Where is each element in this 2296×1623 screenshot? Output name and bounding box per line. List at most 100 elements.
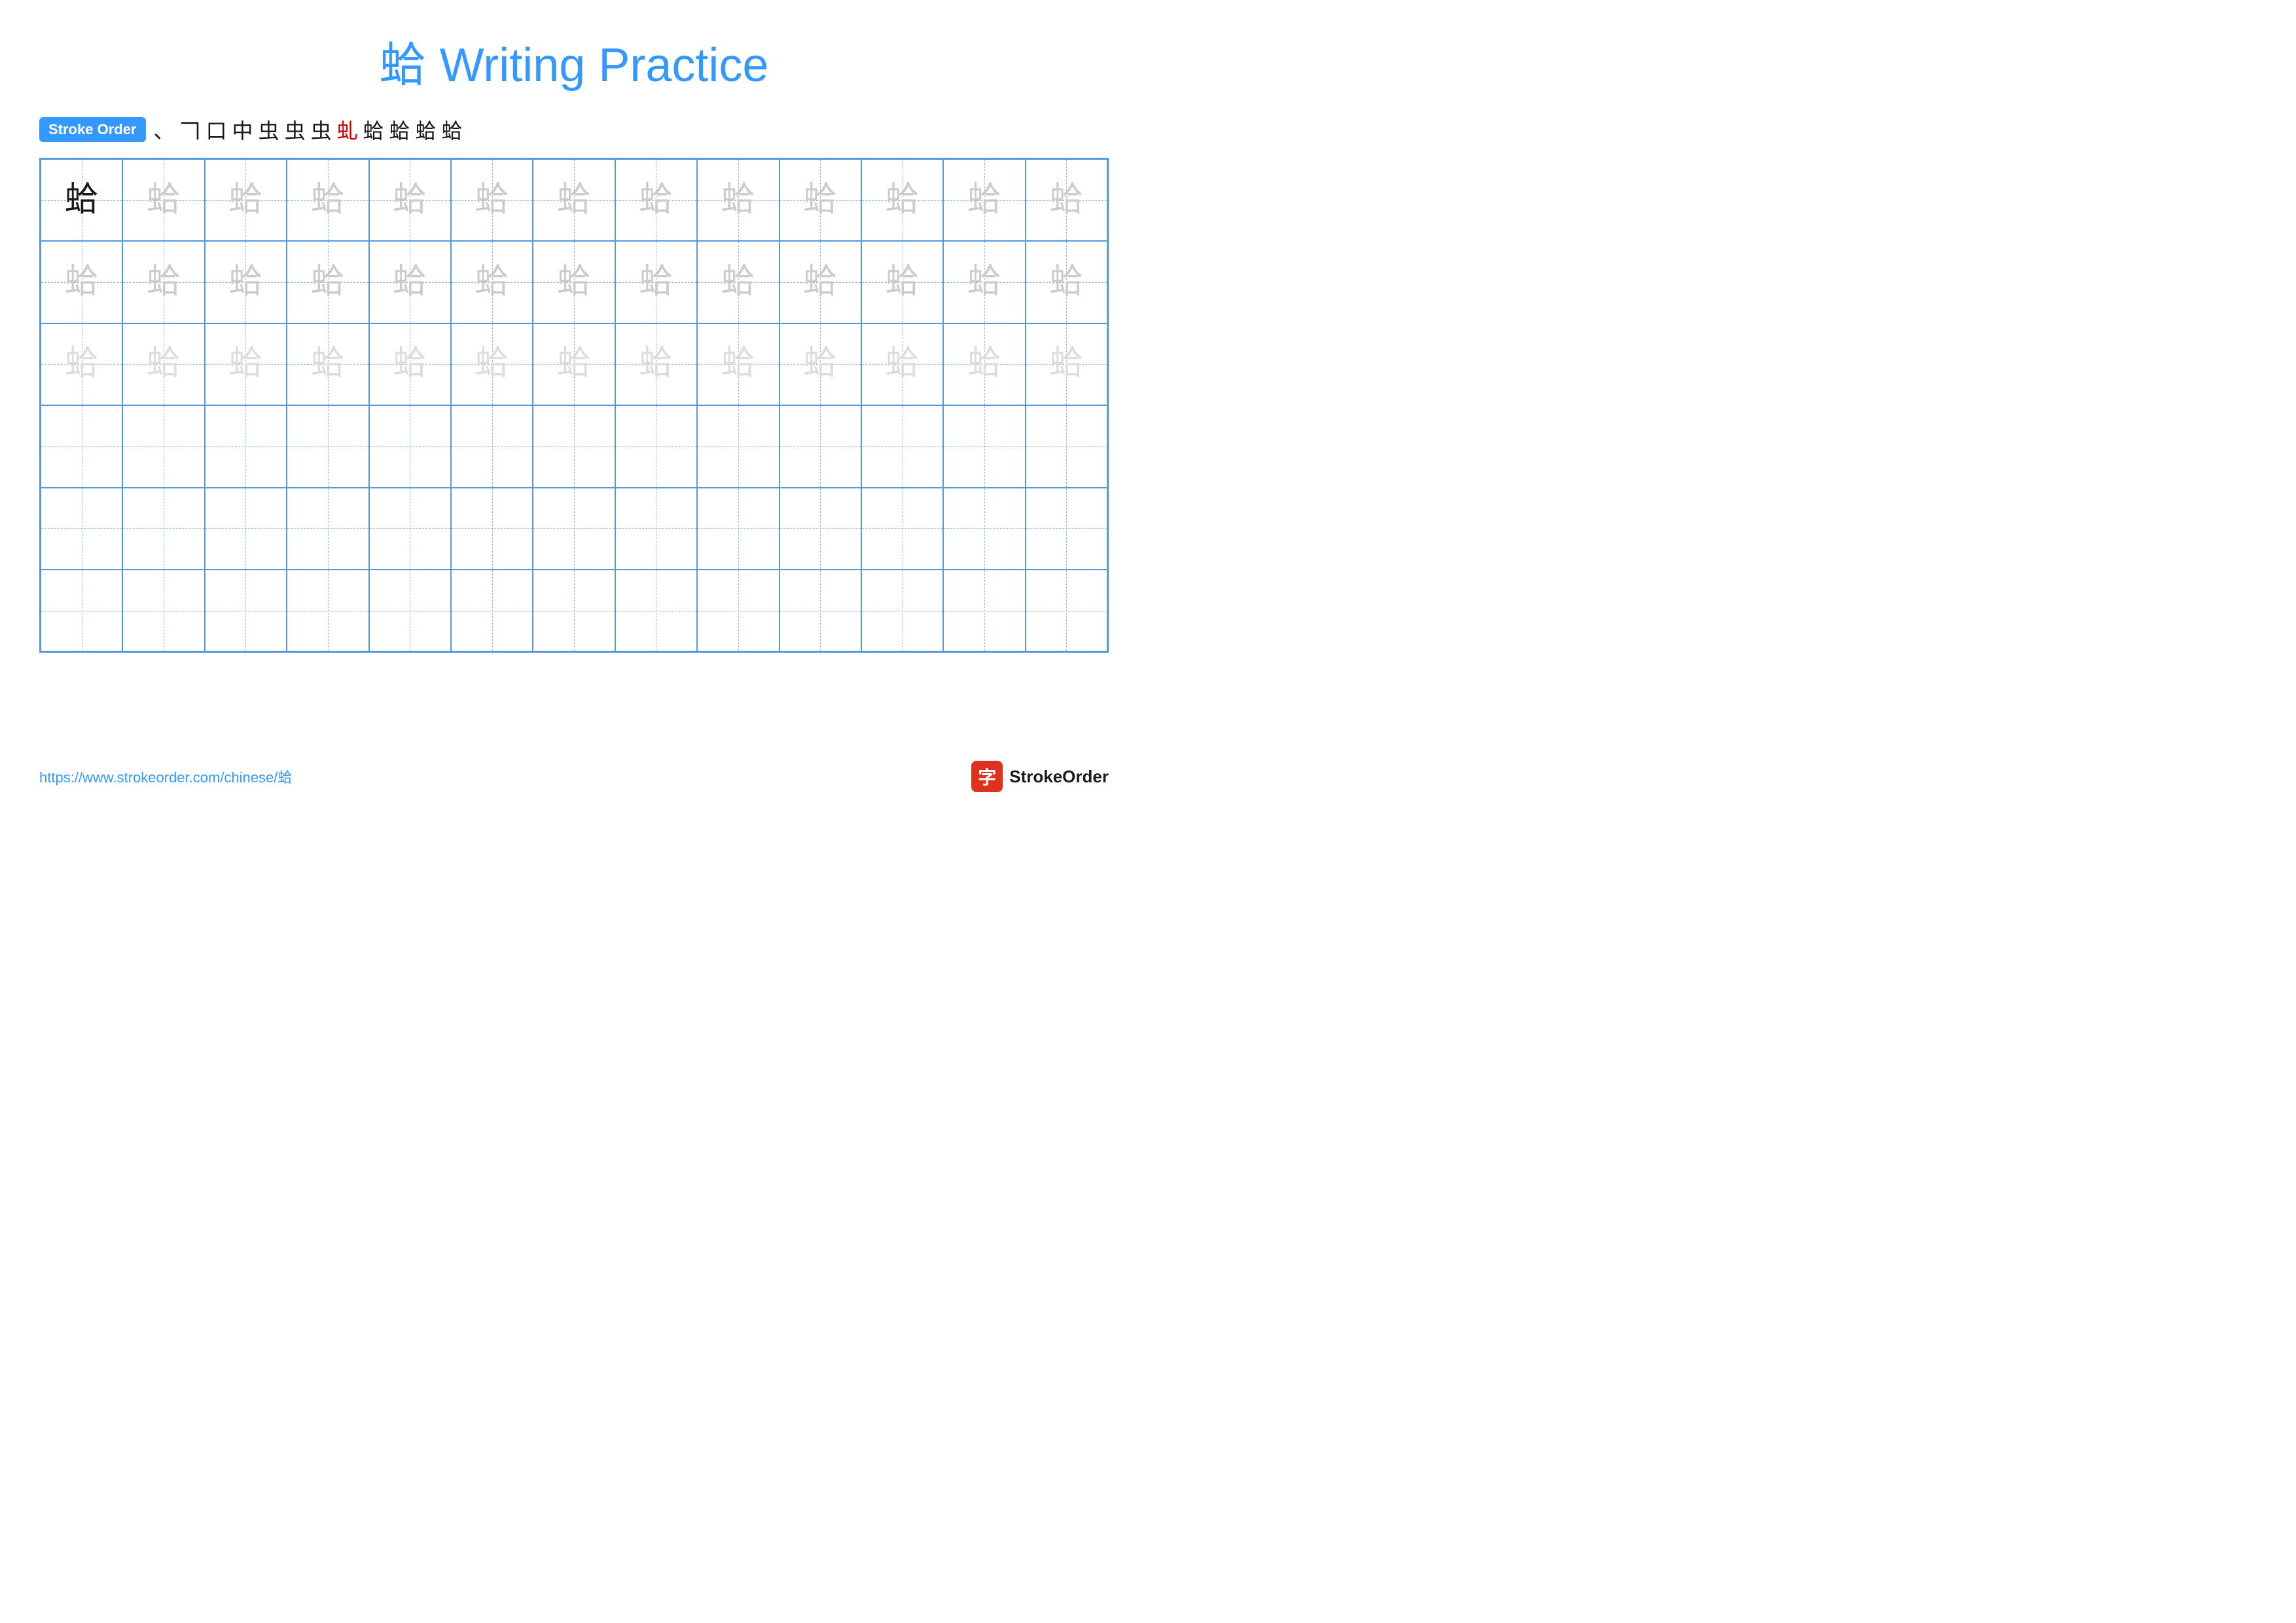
grid-cell[interactable]: 蛤 (122, 159, 204, 241)
grid-cell[interactable] (697, 488, 779, 570)
grid-cell[interactable]: 蛤 (41, 323, 122, 405)
grid-cell[interactable] (287, 570, 368, 651)
grid-cell[interactable]: 蛤 (780, 159, 861, 241)
grid-cell[interactable] (697, 570, 779, 651)
grid-cell[interactable]: 蛤 (451, 323, 533, 405)
grid-cell[interactable] (451, 570, 533, 651)
grid-cell[interactable]: 蛤 (533, 159, 615, 241)
grid-cell[interactable] (861, 570, 943, 651)
grid-cell[interactable]: 蛤 (697, 159, 779, 241)
grid-cell[interactable] (205, 570, 287, 651)
grid-cell[interactable]: 蛤 (1026, 323, 1107, 405)
char-display: 蛤 (639, 265, 673, 299)
grid-cell[interactable] (533, 570, 615, 651)
grid-cell[interactable]: 蛤 (287, 323, 368, 405)
char-display: 蛤 (147, 265, 181, 299)
grid-cell[interactable] (1026, 488, 1107, 570)
page-title: 蛤 Writing Practice (39, 26, 1109, 95)
stroke-12: 蛤 (442, 115, 463, 145)
grid-cell[interactable] (780, 488, 861, 570)
grid-cell[interactable] (369, 488, 451, 570)
grid-cell[interactable] (122, 570, 204, 651)
grid-cell[interactable]: 蛤 (451, 241, 533, 323)
grid-cell[interactable] (122, 488, 204, 570)
grid-cell[interactable] (861, 405, 943, 487)
grid-cell[interactable] (943, 488, 1025, 570)
grid-cell[interactable] (780, 405, 861, 487)
footer-url[interactable]: https://www.strokeorder.com/chinese/蛤 (39, 766, 292, 787)
grid-cell[interactable]: 蛤 (41, 159, 122, 241)
grid-cell[interactable] (780, 570, 861, 651)
char-display: 蛤 (1049, 265, 1083, 299)
grid-cell[interactable]: 蛤 (780, 323, 861, 405)
grid-cell[interactable]: 蛤 (205, 159, 287, 241)
char-display: 蛤 (475, 265, 509, 299)
grid-cell[interactable] (451, 405, 533, 487)
grid-cell[interactable]: 蛤 (533, 241, 615, 323)
grid-cell[interactable] (41, 570, 122, 651)
grid-cell[interactable]: 蛤 (533, 323, 615, 405)
grid-cell[interactable]: 蛤 (861, 159, 943, 241)
page: 蛤 Writing Practice Stroke Order 、 𠃍 口 中 … (0, 0, 1148, 812)
stroke-5: 虫 (259, 115, 279, 145)
grid-cell[interactable] (861, 488, 943, 570)
grid-cell[interactable]: 蛤 (369, 323, 451, 405)
char-display: 蛤 (886, 347, 920, 381)
grid-cell[interactable]: 蛤 (287, 159, 368, 241)
grid-cell[interactable] (1026, 405, 1107, 487)
grid-cell[interactable] (205, 405, 287, 487)
grid-cell[interactable] (287, 405, 368, 487)
char-display: 蛤 (393, 347, 427, 381)
grid-cell[interactable]: 蛤 (943, 323, 1025, 405)
grid-cell[interactable] (451, 488, 533, 570)
grid-cell[interactable]: 蛤 (943, 241, 1025, 323)
grid-cell[interactable]: 蛤 (861, 241, 943, 323)
grid-cell[interactable]: 蛤 (451, 159, 533, 241)
grid-cell[interactable] (41, 488, 122, 570)
grid-cell[interactable] (533, 405, 615, 487)
char-display: 蛤 (65, 183, 99, 217)
grid-cell[interactable] (1026, 570, 1107, 651)
char-display: 蛤 (639, 347, 673, 381)
char-display: 蛤 (147, 183, 181, 217)
grid-cell[interactable] (615, 570, 697, 651)
grid-cell[interactable]: 蛤 (122, 241, 204, 323)
grid-cell[interactable]: 蛤 (369, 159, 451, 241)
grid-cell[interactable] (615, 488, 697, 570)
grid-cell[interactable] (697, 405, 779, 487)
grid-cell[interactable]: 蛤 (1026, 159, 1107, 241)
grid-cell[interactable] (943, 405, 1025, 487)
char-display: 蛤 (721, 265, 755, 299)
char-display: 蛤 (886, 183, 920, 217)
grid-cell[interactable] (943, 570, 1025, 651)
grid-cell[interactable]: 蛤 (697, 241, 779, 323)
grid-cell[interactable]: 蛤 (861, 323, 943, 405)
grid-cell[interactable]: 蛤 (615, 323, 697, 405)
grid-cell[interactable]: 蛤 (615, 159, 697, 241)
stroke-6: 虫 (285, 115, 306, 145)
grid-cell[interactable]: 蛤 (697, 323, 779, 405)
grid-cell[interactable] (122, 405, 204, 487)
grid-cell[interactable]: 蛤 (943, 159, 1025, 241)
grid-cell[interactable] (41, 405, 122, 487)
grid-cell[interactable] (369, 570, 451, 651)
grid-cell[interactable]: 蛤 (615, 241, 697, 323)
grid-cell[interactable] (369, 405, 451, 487)
grid-cell[interactable]: 蛤 (287, 241, 368, 323)
footer-logo-text: StrokeOrder (1009, 767, 1109, 787)
char-display: 蛤 (228, 347, 262, 381)
grid-cell[interactable]: 蛤 (369, 241, 451, 323)
grid-cell[interactable]: 蛤 (780, 241, 861, 323)
grid-cell[interactable]: 蛤 (205, 323, 287, 405)
char-display: 蛤 (311, 183, 345, 217)
grid-cell[interactable] (615, 405, 697, 487)
grid-cell[interactable]: 蛤 (122, 323, 204, 405)
grid-cell[interactable] (533, 488, 615, 570)
grid-cell[interactable] (205, 488, 287, 570)
grid-cell[interactable]: 蛤 (205, 241, 287, 323)
grid-cell[interactable] (287, 488, 368, 570)
grid-row-5 (41, 488, 1107, 570)
grid-cell[interactable]: 蛤 (1026, 241, 1107, 323)
char-display: 蛤 (65, 265, 99, 299)
grid-cell[interactable]: 蛤 (41, 241, 122, 323)
